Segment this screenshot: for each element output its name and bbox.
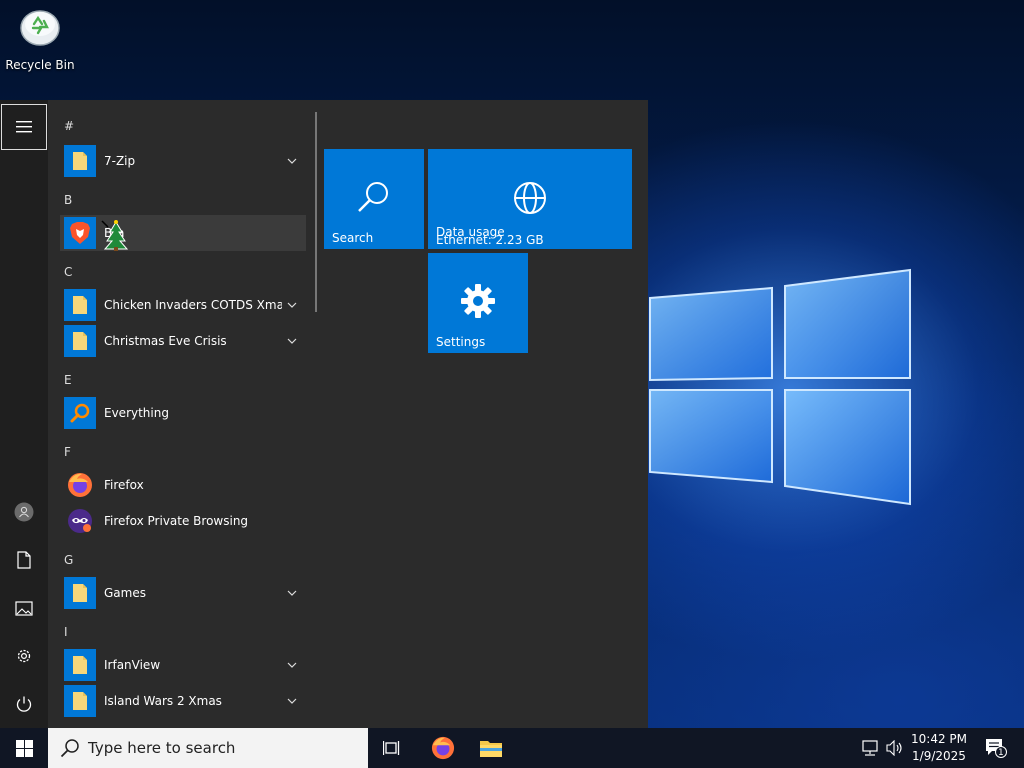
app-name: Christmas Eve Crisis (104, 334, 227, 348)
folder-icon (64, 649, 96, 681)
taskbar: Type here to search 10:42 PM 1/9/2025 1 (0, 728, 1024, 768)
settings-button[interactable] (0, 632, 48, 680)
magnifier-icon (64, 397, 96, 429)
notification-count: 1 (998, 748, 1004, 758)
windows-logo-wallpaper (649, 268, 911, 506)
folder-icon (64, 325, 96, 357)
app-item-brave[interactable]: Bra (60, 215, 306, 251)
search-icon (358, 182, 388, 212)
app-name: Chicken Invaders COTDS Xmas (104, 298, 282, 312)
desktop-icon-label: Recycle Bin (5, 58, 75, 72)
desktop-icon-recycle-bin[interactable]: Recycle Bin (4, 4, 76, 72)
app-item-7zip[interactable]: 7-Zip (60, 143, 306, 179)
taskbar-search-box[interactable]: Type here to search (48, 728, 368, 768)
folder-icon (64, 685, 96, 717)
tile-label: Search (332, 231, 374, 245)
menu-icon (16, 121, 32, 133)
search-icon (60, 739, 79, 758)
folder-icon (64, 577, 96, 609)
tile-data-usage[interactable]: Data usage Ethernet: 2.23 GB (428, 149, 632, 249)
folder-icon (64, 145, 96, 177)
app-name: Island Wars 2 Xmas (104, 694, 222, 708)
search-placeholder: Type here to search (88, 739, 236, 757)
app-list: # 7-Zip B Bra C (56, 100, 312, 728)
chevron-down-icon[interactable] (282, 295, 302, 315)
section-header-b[interactable]: B (64, 190, 72, 210)
app-item-everything[interactable]: Everything (60, 395, 306, 431)
power-icon (16, 696, 32, 712)
section-header-c[interactable]: C (64, 262, 72, 282)
firefox-icon (64, 469, 96, 501)
firefox-private-icon (64, 505, 96, 537)
app-item-christmas-eve-crisis[interactable]: Christmas Eve Crisis (60, 323, 306, 359)
gear-icon (461, 284, 495, 318)
section-header-f[interactable]: F (64, 442, 71, 462)
documents-icon (17, 551, 31, 569)
expand-menu-button[interactable] (1, 104, 47, 150)
network-icon (862, 740, 878, 756)
taskbar-firefox-button[interactable] (422, 728, 464, 768)
action-center-button[interactable]: 1 (976, 728, 1016, 768)
chevron-down-icon[interactable] (282, 655, 302, 675)
pictures-button[interactable] (0, 584, 48, 632)
start-rail (0, 100, 48, 728)
brave-icon (64, 217, 96, 249)
tile-label: Settings (436, 335, 486, 349)
christmas-tree-cursor-icon (101, 220, 128, 251)
recycle-bin-icon (20, 10, 60, 46)
app-item-irfanview[interactable]: IrfanView (60, 647, 306, 683)
documents-button[interactable] (0, 536, 48, 584)
app-name: Everything (104, 406, 169, 420)
app-item-firefox[interactable]: Firefox (60, 467, 306, 503)
app-name: IrfanView (104, 658, 161, 672)
app-item-firefox-private[interactable]: Firefox Private Browsing (60, 503, 306, 539)
speaker-icon (886, 740, 902, 756)
section-header-e[interactable]: E (64, 370, 72, 390)
tile-search[interactable]: Search (324, 149, 424, 249)
user-icon (14, 502, 34, 522)
pictures-icon (15, 600, 33, 616)
start-button[interactable] (0, 728, 48, 768)
firefox-icon (431, 736, 455, 760)
app-list-scrollbar[interactable] (315, 112, 317, 312)
globe-icon (514, 182, 546, 214)
app-name: 7-Zip (104, 154, 136, 168)
section-header-hash[interactable]: # (64, 116, 74, 136)
volume-tray-button[interactable] (884, 728, 906, 768)
app-name: Games (104, 586, 146, 600)
tile-settings[interactable]: Settings (428, 253, 528, 353)
taskbar-clock[interactable]: 10:42 PM 1/9/2025 (906, 731, 972, 765)
chevron-down-icon[interactable] (282, 691, 302, 711)
chevron-down-icon[interactable] (282, 583, 302, 603)
app-name: Bra (104, 226, 306, 240)
clock-date: 1/9/2025 (912, 749, 966, 763)
task-view-button[interactable] (372, 728, 412, 768)
app-item-island-wars[interactable]: Island Wars 2 Xmas (60, 683, 306, 719)
folder-icon (480, 741, 502, 757)
app-item-chicken-invaders[interactable]: Chicken Invaders COTDS Xmas (60, 287, 306, 323)
start-menu: # 7-Zip B Bra C (0, 100, 648, 728)
clock-time: 10:42 PM (911, 732, 967, 746)
chevron-down-icon[interactable] (282, 331, 302, 351)
task-view-icon (383, 741, 400, 755)
folder-icon (64, 289, 96, 321)
app-item-games[interactable]: Games (60, 575, 306, 611)
app-name: Firefox Private Browsing (104, 514, 249, 528)
section-header-i[interactable]: I (64, 622, 68, 642)
power-button[interactable] (0, 680, 48, 728)
network-tray-button[interactable] (860, 728, 882, 768)
user-account-button[interactable] (0, 488, 48, 536)
windows-start-icon (15, 739, 33, 757)
chevron-down-icon[interactable] (282, 151, 302, 171)
tile-data-usage-value: Ethernet: 2.23 GB (436, 233, 544, 247)
settings-icon (17, 649, 31, 663)
app-name: Firefox (104, 478, 144, 492)
taskbar-file-explorer-button[interactable] (470, 728, 512, 768)
section-header-g[interactable]: G (64, 550, 73, 570)
